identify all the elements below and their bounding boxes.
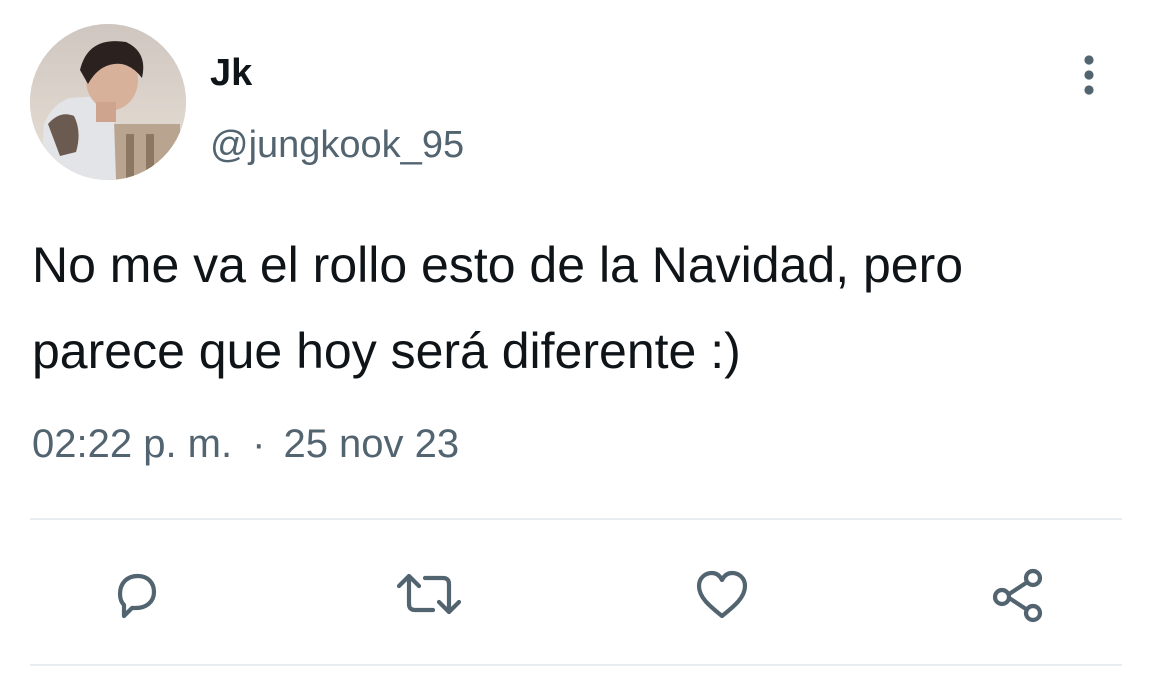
reply-icon xyxy=(117,573,157,619)
more-vertical-icon xyxy=(1084,55,1094,95)
avatar[interactable] xyxy=(30,24,186,180)
tweet-time: 02:22 p. m. xyxy=(32,422,233,466)
reply-button[interactable] xyxy=(100,558,172,630)
divider xyxy=(30,664,1122,666)
more-options-button[interactable] xyxy=(1066,52,1112,98)
avatar-image xyxy=(30,24,186,180)
tweet-date: 25 nov 23 xyxy=(283,422,460,466)
retweet-icon xyxy=(396,573,462,615)
retweet-button[interactable] xyxy=(393,558,465,630)
tweet-timestamp[interactable]: 02:22 p. m. · 25 nov 23 xyxy=(32,420,459,468)
like-button[interactable] xyxy=(686,558,758,630)
share-button[interactable] xyxy=(982,558,1054,630)
share-icon xyxy=(992,568,1043,623)
tweet-text: No me va el rollo esto de la Navidad, pe… xyxy=(32,237,964,379)
meta-separator: · xyxy=(252,422,266,466)
display-name[interactable]: Jk xyxy=(210,50,252,96)
divider xyxy=(30,518,1122,520)
tweet-actions xyxy=(0,558,1152,630)
user-handle[interactable]: @jungkook_95 xyxy=(210,122,464,168)
heart-icon xyxy=(696,570,748,619)
